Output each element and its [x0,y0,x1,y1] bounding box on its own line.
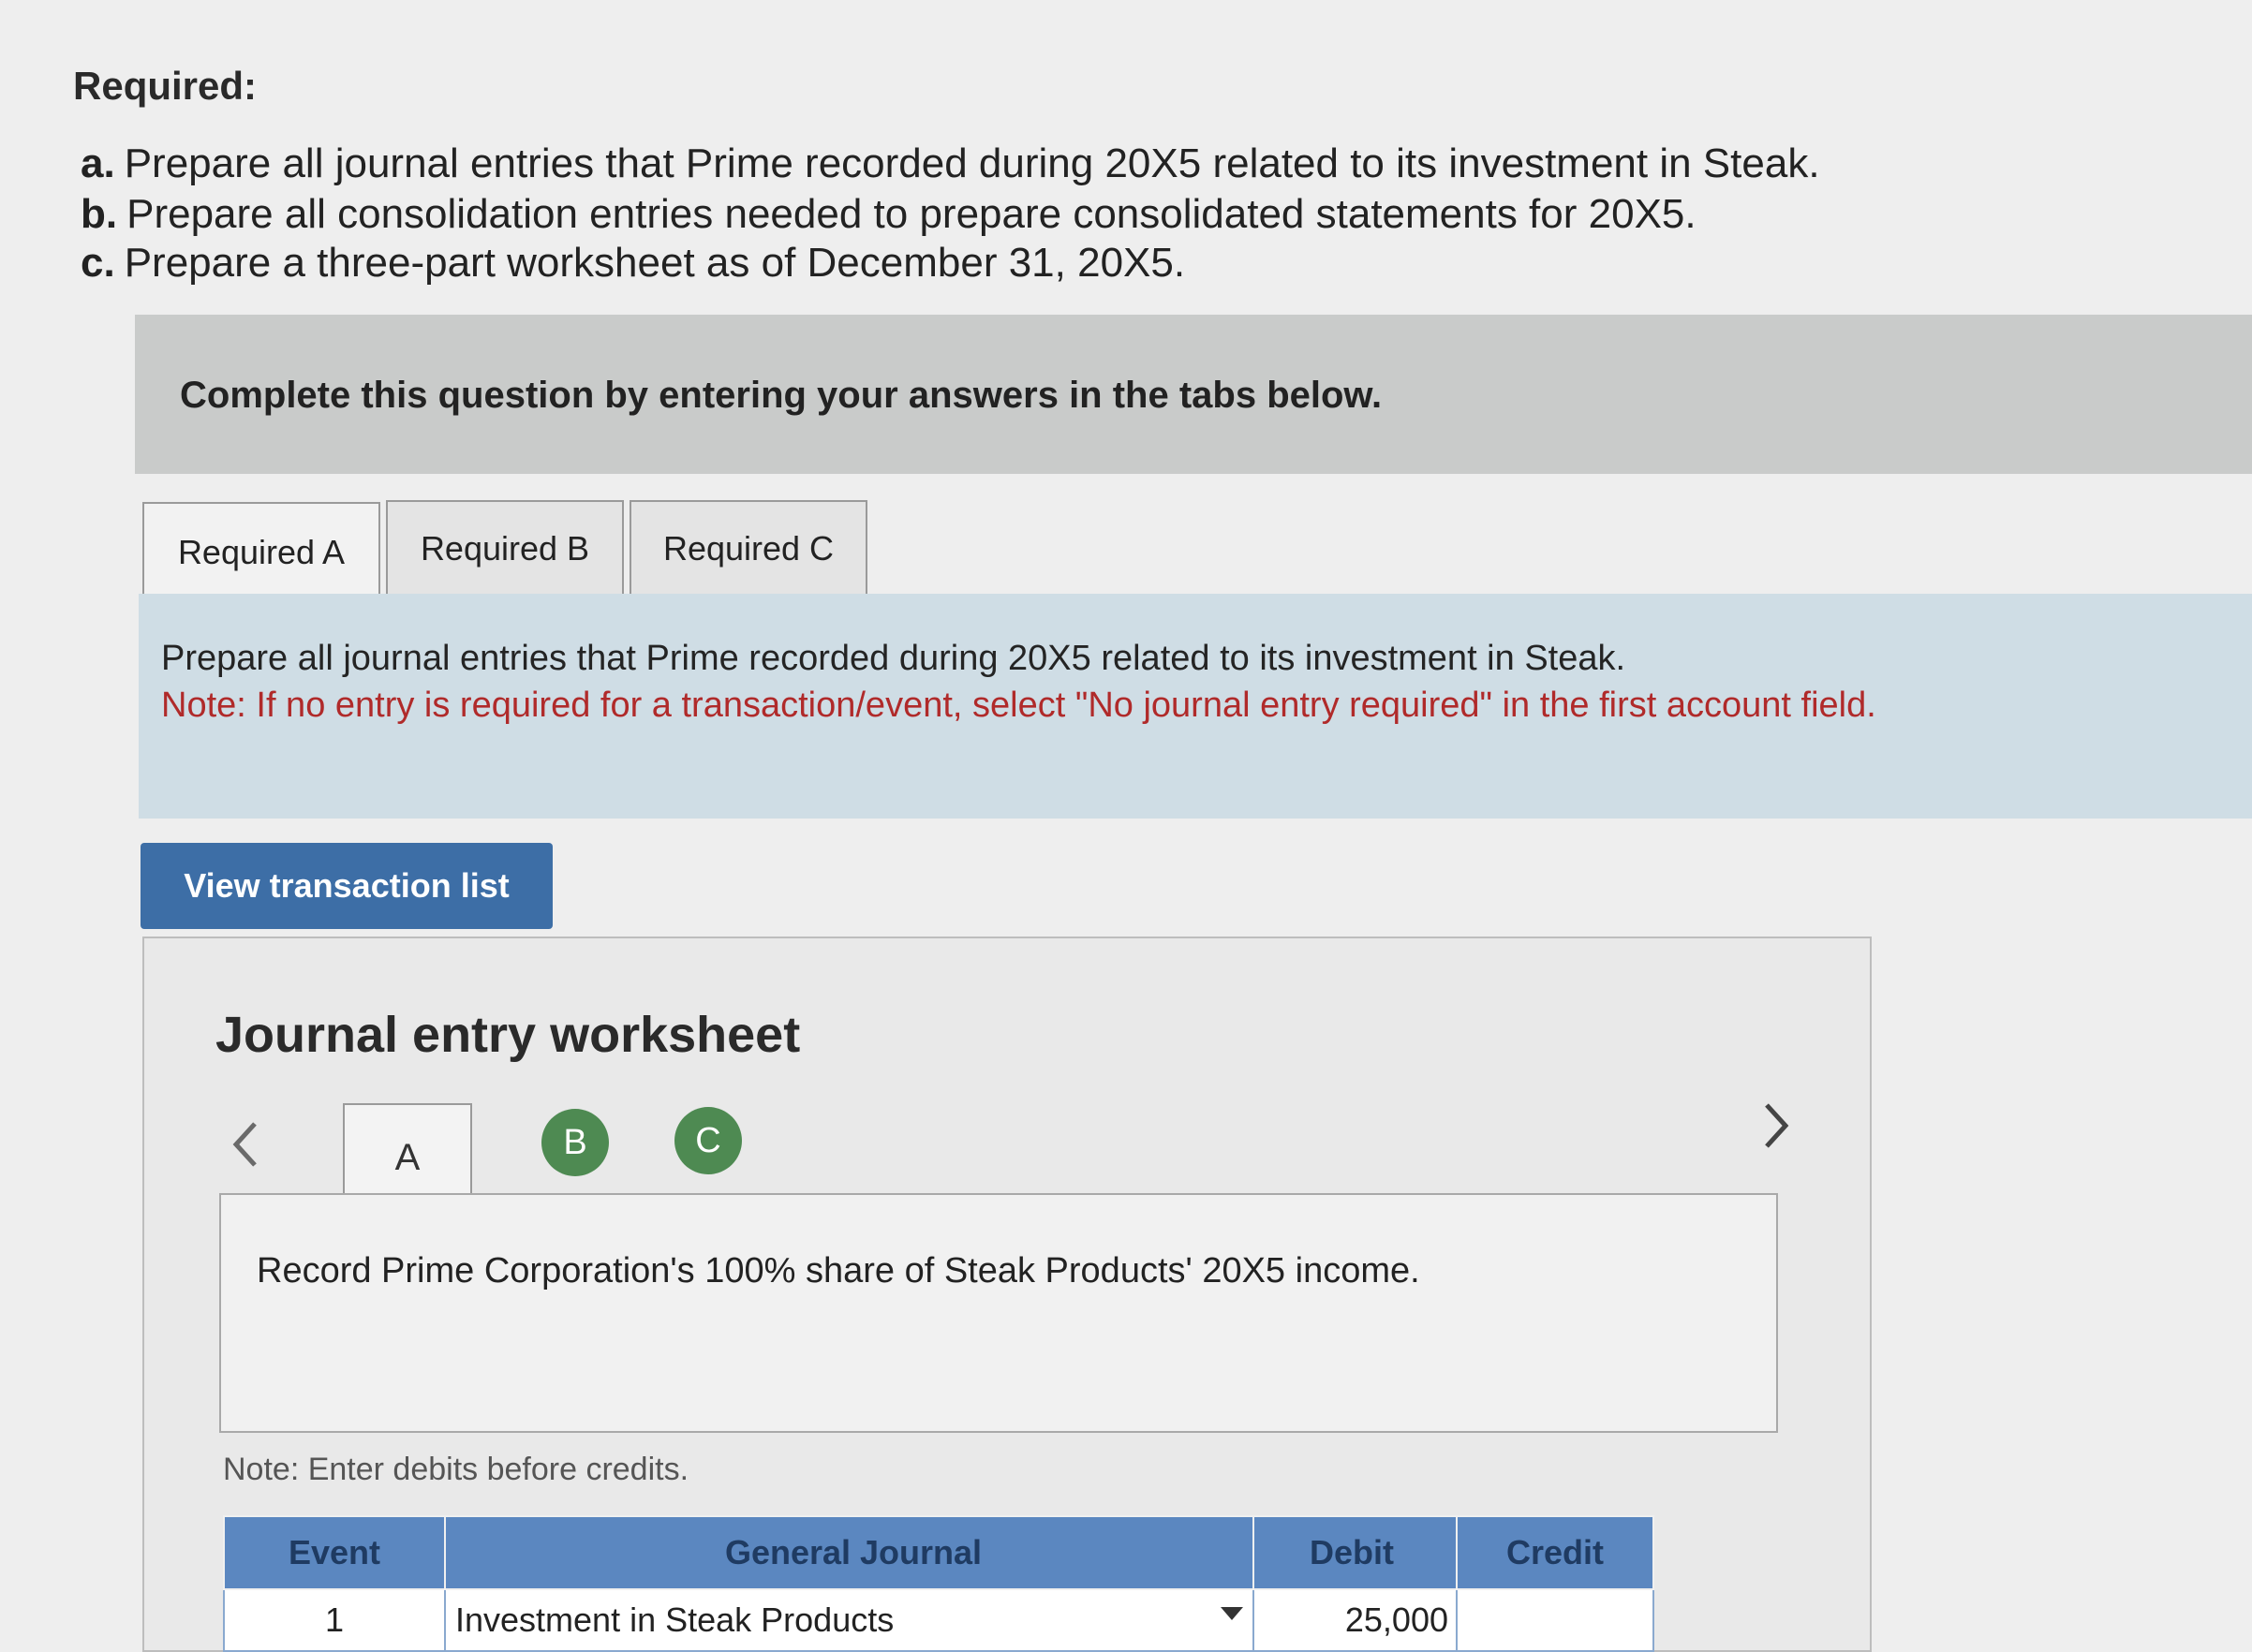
journal-entry-worksheet: Journal entry worksheet A B C Record Pri… [142,937,1872,1652]
instruction-banner: Complete this question by entering your … [135,315,2252,474]
chevron-down-icon[interactable] [1221,1607,1243,1620]
required-a-instructions: Prepare all journal entries that Prime r… [161,635,1876,729]
required-a-instruction: Prepare all journal entries that Prime r… [161,639,1626,678]
required-item-c: c. Prepare a three-part worksheet as of D… [81,240,1185,287]
event-description-box: Record Prime Corporation's 100% share of… [219,1193,1778,1433]
step-b-button[interactable]: B [541,1109,609,1176]
required-item-a: a. Prepare all journal entries that Prime… [81,140,1820,187]
chevron-left-icon[interactable] [227,1116,264,1186]
required-item-letter: c. [81,240,115,286]
required-item-letter: b. [81,191,118,237]
required-item-text: Prepare a three-part worksheet as of Dec… [124,240,1186,286]
view-transaction-list-button[interactable]: View transaction list [141,843,553,929]
table-row: 1 Investment in Steak Products 25,000 [223,1588,1654,1652]
event-description: Record Prime Corporation's 100% share of… [257,1251,1420,1291]
tab-strip: Required A Required B Required C [135,474,2252,601]
header-event: Event [223,1515,446,1590]
required-item-letter: a. [81,140,115,186]
header-debit: Debit [1252,1515,1458,1590]
chevron-right-icon[interactable] [1757,1098,1795,1167]
tab-required-b[interactable]: Required B [386,500,624,596]
credit-input[interactable] [1456,1588,1654,1652]
header-credit: Credit [1456,1515,1654,1590]
worksheet-title: Journal entry worksheet [215,1007,801,1063]
tab-required-a[interactable]: Required A [142,502,380,601]
required-item-b: b. Prepare all consolidation entries need… [81,191,1696,238]
required-item-text: Prepare all journal entries that Prime r… [124,140,1820,186]
journal-table: Event General Journal Debit Credit 1 Inv… [223,1515,1654,1652]
account-select-value: Investment in Steak Products [455,1600,895,1639]
required-item-text: Prepare all consolidation entries needed… [126,191,1696,237]
required-a-panel: Prepare all journal entries that Prime r… [139,594,2252,819]
required-heading: Required: [73,64,258,108]
step-c-button[interactable]: C [674,1107,742,1174]
tab-required-c[interactable]: Required C [630,500,867,596]
journal-table-header: Event General Journal Debit Credit [223,1515,1654,1590]
header-general-journal: General Journal [444,1515,1254,1590]
event-cell: 1 [223,1588,446,1652]
account-select[interactable]: Investment in Steak Products [444,1588,1254,1652]
debit-credit-note: Note: Enter debits before credits. [223,1452,689,1487]
instruction-text: Complete this question by entering your … [180,375,1383,416]
required-a-note: Note: If no entry is required for a tran… [161,686,1876,725]
debit-input[interactable]: 25,000 [1252,1588,1458,1652]
